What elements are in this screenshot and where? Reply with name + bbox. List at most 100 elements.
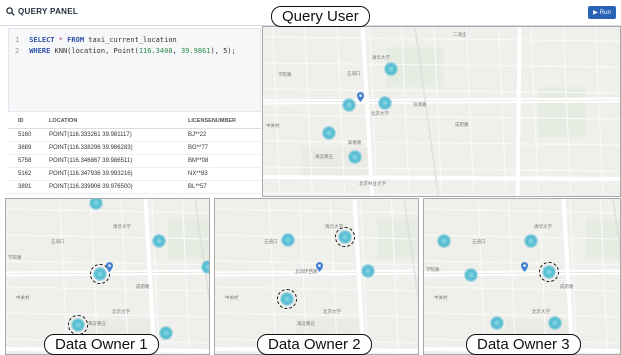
sql-table-name: taxi_current_location (88, 36, 177, 44)
data-owner-3-label: Data Owner 3 (466, 334, 581, 355)
map-place-label: 五道口 (472, 239, 486, 244)
taxi-location-marker[interactable] (361, 264, 375, 278)
screenshot-frame: QUERY PANEL ▶ Run 学院路 五道口 二道庄 清华大学 双清路 中关村 北京大… (0, 0, 621, 355)
map-place-label: 北京林业大学 (359, 181, 386, 186)
taxi-location-marker[interactable] (159, 326, 173, 340)
line-number: 1 (15, 36, 20, 44)
location-pin-icon[interactable] (105, 262, 113, 272)
data-owner-1-map[interactable]: 五道口 清华大学学院路成府路中关村北京大学海淀黄庄 (5, 198, 210, 355)
query-user-label: Query User (271, 6, 370, 27)
cell-location: POINT(116.338296 39.986283) (49, 145, 133, 151)
column-header[interactable]: ID (18, 118, 24, 124)
taxi-location-marker[interactable] (524, 234, 538, 248)
query-user-map[interactable]: 学院路 五道口 二道庄 清华大学 双清路 中关村 北京大学 成府路 知春路 海淀黄庄 北京林业大学 (262, 26, 621, 197)
map-place-label: 学院路 (278, 72, 292, 77)
run-label: Run (599, 9, 611, 16)
map-place-label: 五道口 (51, 239, 65, 244)
table-row[interactable]: 5160 POINT(116.333261 39.981117) BJ**22 (8, 129, 261, 142)
major-road (515, 27, 522, 196)
cell-location: POINT(116.346867 39.986511) (49, 158, 133, 164)
play-icon: ▶ (593, 10, 598, 16)
map-place-label: 海淀黄庄 (297, 321, 315, 326)
map-place-label: 学院路 (426, 267, 440, 272)
column-header[interactable]: LOCATION (49, 118, 77, 124)
map-place-label: 中关村 (225, 295, 239, 300)
query-panel-title: QUERY PANEL (6, 7, 78, 16)
sql-text: KNN(location, Point( (54, 47, 139, 55)
panel-title-text: QUERY PANEL (18, 7, 79, 16)
results-table: ID LOCATION LICENSENUMBER 5160 POINT(116… (8, 113, 261, 195)
table-header: ID LOCATION LICENSENUMBER (8, 113, 261, 129)
map-place-label: 中关村 (434, 295, 448, 300)
map-place-label: 北京大学 (112, 309, 130, 314)
street-map (263, 27, 620, 196)
map-place-label: 二道庄 (453, 32, 467, 37)
cell-id: 5758 (18, 158, 32, 164)
table-row[interactable]: 3889 POINT(116.338296 39.986283) BG**77 (8, 142, 261, 155)
taxi-location-marker[interactable] (464, 268, 478, 282)
cell-location: POINT(116.339906 39.976500) (49, 184, 133, 190)
sql-number: 116.3408 (138, 47, 173, 55)
map-place-label: 北京大学 (371, 111, 389, 116)
sql-operator: * (58, 36, 63, 44)
table-row[interactable]: 5162 POINT(116.347936 39.993216) NX**83 (8, 168, 261, 181)
park-area (538, 87, 586, 137)
map-place-label: 中关村 (266, 123, 280, 128)
cell-license: BL**57 (188, 184, 207, 190)
map-place-label: 五道口 (347, 71, 361, 76)
table-row[interactable]: 5758 POINT(116.346867 39.986511) BM**08 (8, 155, 261, 168)
map-place-label: 成府路 (136, 284, 150, 289)
code-line-2: 2 WHERE KNN(location, Point(116.3408, 39… (15, 47, 236, 55)
street-map (215, 199, 418, 354)
cell-id: 5162 (18, 171, 32, 177)
location-pin-icon[interactable] (520, 262, 528, 272)
map-place-label: 北四环西路 (295, 269, 318, 274)
map-place-label: 清华大学 (113, 224, 131, 229)
column-header[interactable]: LICENSENUMBER (188, 118, 236, 124)
taxi-location-marker[interactable] (348, 150, 362, 164)
taxi-location-marker[interactable] (384, 62, 398, 76)
sql-keyword: SELECT (29, 36, 55, 44)
sql-text: ), 5); (210, 47, 236, 55)
sql-text: , (172, 47, 181, 55)
selected-result-ring (539, 262, 559, 282)
taxi-location-marker[interactable] (152, 234, 166, 248)
data-owner-2-map[interactable]: 五道口 清华大学 北四环西路 中关村 北京大学 海淀黄庄 (214, 198, 419, 355)
map-place-label: 海淀黄庄 (315, 154, 333, 159)
map-place-label: 成府路 (455, 122, 469, 127)
selected-result-ring (277, 289, 297, 309)
location-pin-icon[interactable] (315, 262, 323, 272)
taxi-location-marker[interactable] (342, 98, 356, 112)
cell-id: 3889 (18, 145, 32, 151)
map-place-label: 双清路 (413, 102, 427, 107)
map-place-label: 学院路 (8, 255, 22, 260)
selected-result-ring (335, 227, 355, 247)
map-place-label: 海淀黄庄 (88, 321, 106, 326)
run-button[interactable]: ▶ Run (588, 6, 616, 19)
map-place-label: 中关村 (16, 295, 30, 300)
taxi-location-marker[interactable] (437, 234, 451, 248)
map-place-label: 五道口 (264, 239, 278, 244)
taxi-location-marker[interactable] (548, 316, 562, 330)
map-place-label: 清华大学 (534, 224, 552, 229)
data-owner-1-label: Data Owner 1 (44, 334, 159, 355)
table-row[interactable]: 3891 POINT(116.339906 39.976500) BL**57 (8, 181, 261, 194)
map-place-label: 北京大学 (323, 309, 341, 314)
sql-keyword: WHERE (29, 47, 51, 55)
search-icon (6, 7, 15, 16)
sql-editor[interactable]: 1 SELECT * FROM taxi_current_location 2 … (8, 28, 261, 112)
taxi-location-marker[interactable] (281, 233, 295, 247)
taxi-location-marker[interactable] (490, 316, 504, 330)
sql-number: 39.9861 (180, 47, 211, 55)
taxi-location-marker[interactable] (322, 126, 336, 140)
cell-location: POINT(116.347936 39.993216) (49, 171, 133, 177)
data-owner-3-map[interactable]: 五道口 清华大学 学院路 成府路 中关村 北京大学 (423, 198, 621, 355)
major-road (263, 175, 620, 181)
taxi-location-marker[interactable] (378, 96, 392, 110)
location-pin-icon[interactable] (356, 92, 364, 102)
taxi-location-marker[interactable] (201, 260, 209, 274)
cell-license: BG**77 (188, 145, 209, 151)
map-place-label: 成府路 (560, 284, 574, 289)
cell-id: 3891 (18, 184, 32, 190)
cell-id: 5160 (18, 132, 32, 138)
